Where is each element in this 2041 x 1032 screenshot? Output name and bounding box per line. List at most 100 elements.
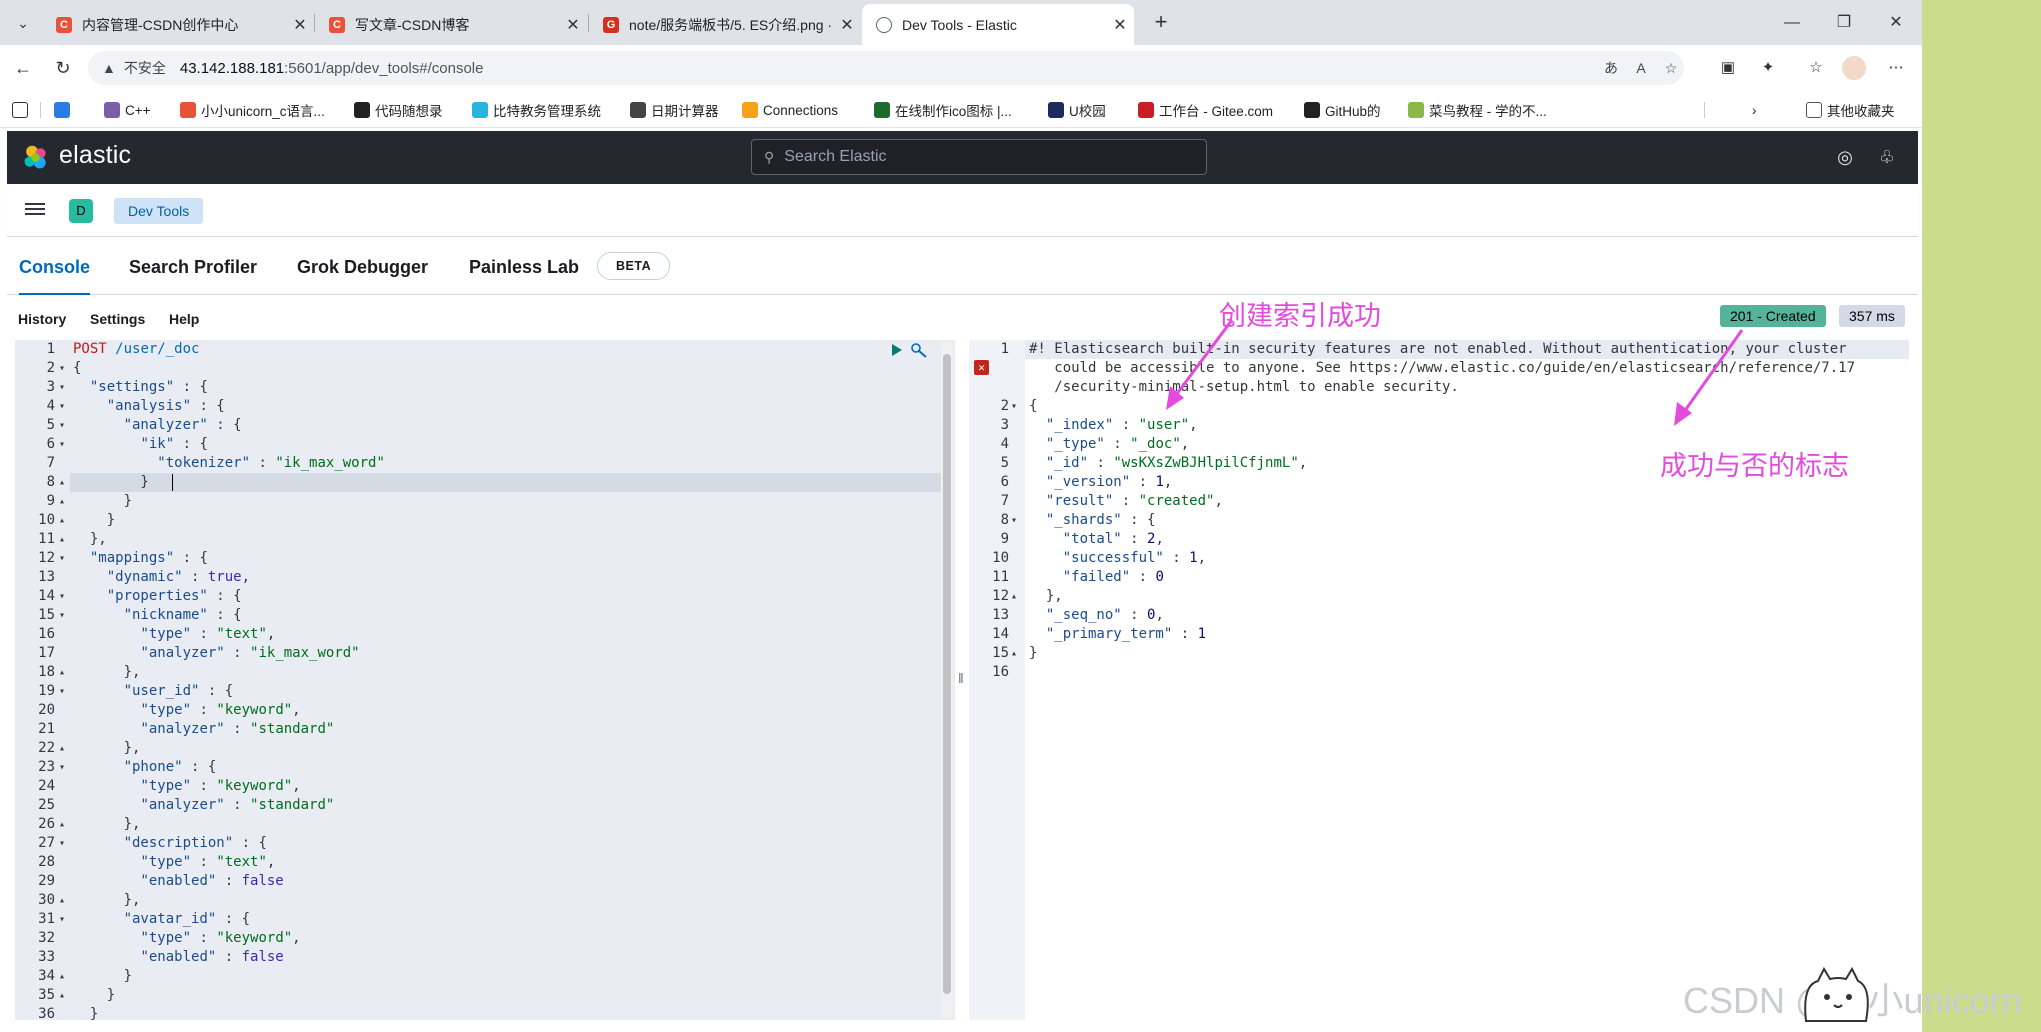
fold-toggle-icon[interactable]: ▾ bbox=[59, 587, 65, 606]
request-editor[interactable]: 1 2 ▾ 3 ▾ 4 ▾ 5 ▾ 6 ▾ 7 8 ▴ 9 ▴ 10 ▴ 11 ▴ 12 ▾ 13 14 ▾ 15 ▾ 16 17 18 ▴… bbox=[15, 340, 955, 1020]
bookmark-item[interactable]: 代码随想录 bbox=[354, 100, 443, 120]
request-code[interactable]: POST /user/_doc{ "settings" : { "analysi… bbox=[70, 340, 950, 1020]
fold-toggle-icon[interactable]: ▴ bbox=[59, 967, 65, 986]
breadcrumb[interactable]: Dev Tools bbox=[114, 198, 204, 224]
bookmark-item[interactable]: 小小unicorn_c语言... bbox=[180, 100, 325, 120]
settings-link[interactable]: Settings bbox=[90, 311, 145, 327]
fold-toggle-icon[interactable]: ▾ bbox=[59, 416, 65, 435]
help-link[interactable]: Help bbox=[169, 311, 199, 327]
code-line: "phone" : { bbox=[73, 758, 217, 777]
bookmark-item[interactable]: 日期计算器 bbox=[630, 100, 719, 120]
bookmark-item[interactable]: U校园 bbox=[1048, 100, 1106, 120]
browser-tab[interactable]: C 写文章-CSDN博客 ✕ bbox=[315, 4, 587, 45]
fold-toggle-icon[interactable]: ▾ bbox=[1011, 511, 1017, 530]
elastic-brand[interactable]: elastic bbox=[59, 141, 131, 170]
fold-toggle-icon[interactable]: ▾ bbox=[59, 397, 65, 416]
code-line: "analyzer" : "standard" bbox=[73, 720, 334, 739]
back-icon[interactable]: ← bbox=[8, 53, 38, 83]
panel-resizer[interactable]: ‖ bbox=[955, 340, 968, 1020]
bookmark-camera-icon[interactable] bbox=[12, 100, 33, 120]
browser-tab-active[interactable]: Dev Tools - Elastic ✕ bbox=[862, 4, 1134, 45]
bookmark-item[interactable]: C++ bbox=[104, 100, 151, 120]
close-icon[interactable]: ✕ bbox=[286, 15, 314, 35]
tab-search-button[interactable]: ⌄ bbox=[8, 8, 38, 38]
favorite-star-icon[interactable]: ☆ bbox=[1660, 57, 1682, 79]
bookmark-item[interactable]: 工作台 - Gitee.com bbox=[1138, 100, 1273, 120]
menu-icon[interactable] bbox=[25, 200, 45, 220]
fold-toggle-icon[interactable]: ▾ bbox=[59, 378, 65, 397]
tab-strip: ⌄ C 内容管理-CSDN创作中心 ✕ C 写文章-CSDN博客 ✕ G not… bbox=[0, 0, 1922, 45]
space-avatar[interactable]: D bbox=[69, 199, 93, 223]
bookmark-item[interactable] bbox=[54, 100, 75, 120]
reload-icon[interactable]: ↻ bbox=[48, 53, 78, 83]
read-aloud-icon[interactable]: A bbox=[1630, 57, 1652, 79]
fold-toggle-icon[interactable]: ▴ bbox=[59, 739, 65, 758]
fold-toggle-icon[interactable]: ▴ bbox=[59, 986, 65, 1005]
browser-tab[interactable]: G note/服务端板书/5. ES介绍.png · 比 ✕ bbox=[589, 4, 861, 45]
address-bar[interactable]: ▲ 不安全 43.142.188.181:5601/app/dev_tools#… bbox=[88, 51, 1684, 85]
wrench-icon[interactable] bbox=[910, 342, 928, 358]
code-token: "_type" bbox=[1045, 436, 1105, 452]
help-icon[interactable]: ◎ bbox=[1833, 145, 1857, 169]
elastic-logo-icon[interactable] bbox=[22, 144, 49, 171]
close-icon[interactable]: ✕ bbox=[833, 15, 861, 35]
fold-toggle-icon[interactable]: ▾ bbox=[59, 758, 65, 777]
search-input[interactable]: ⚲ Search Elastic bbox=[751, 139, 1207, 175]
fold-toggle-icon[interactable]: ▴ bbox=[59, 891, 65, 910]
browser-tab[interactable]: C 内容管理-CSDN创作中心 ✕ bbox=[42, 4, 314, 45]
line-number: 33 bbox=[38, 949, 55, 965]
fold-toggle-icon[interactable]: ▾ bbox=[59, 606, 65, 625]
more-menu-icon[interactable]: ⋯ bbox=[1884, 56, 1908, 80]
code-line: "properties" : { bbox=[73, 587, 242, 606]
fold-toggle-icon[interactable]: ▴ bbox=[1011, 587, 1017, 606]
fold-toggle-icon[interactable]: ▴ bbox=[59, 473, 65, 492]
response-panel[interactable]: ✕ 1 #! Elasticsearch built-in security fe… bbox=[969, 340, 1909, 1020]
bookmark-item[interactable]: Connections bbox=[742, 100, 838, 120]
other-bookmarks[interactable]: 其他收藏夹 bbox=[1806, 100, 1895, 120]
play-icon[interactable] bbox=[890, 343, 904, 357]
tab-grok-debugger[interactable]: Grok Debugger bbox=[297, 257, 428, 278]
bookmark-item[interactable]: GitHub的 bbox=[1304, 100, 1381, 120]
fold-toggle-icon[interactable]: ▾ bbox=[59, 910, 65, 929]
tab-painless-lab[interactable]: Painless Lab bbox=[469, 257, 579, 278]
fold-toggle-icon[interactable]: ▴ bbox=[59, 663, 65, 682]
resizer-grip-icon[interactable]: ‖ bbox=[958, 670, 964, 686]
fold-toggle-icon[interactable]: ▾ bbox=[59, 549, 65, 568]
fold-toggle-icon[interactable]: ▴ bbox=[1011, 644, 1017, 663]
fold-toggle-icon[interactable]: ▴ bbox=[59, 530, 65, 549]
favorites-icon[interactable]: ☆ bbox=[1804, 56, 1828, 80]
close-icon[interactable]: ✕ bbox=[559, 15, 587, 35]
scrollbar-thumb[interactable] bbox=[943, 354, 951, 994]
fold-toggle-icon[interactable]: ▾ bbox=[59, 359, 65, 378]
security-label[interactable]: 不安全 bbox=[124, 58, 166, 78]
new-tab-button[interactable]: + bbox=[1146, 8, 1176, 38]
tab-search-profiler[interactable]: Search Profiler bbox=[129, 257, 257, 278]
bookmarks-overflow-icon[interactable]: › bbox=[1752, 100, 1757, 120]
profile-avatar[interactable] bbox=[1842, 56, 1866, 80]
fold-toggle-icon[interactable]: ▾ bbox=[59, 834, 65, 853]
request-scrollbar[interactable] bbox=[941, 342, 953, 1018]
fold-toggle-icon[interactable]: ▾ bbox=[59, 435, 65, 454]
fold-toggle-icon[interactable]: ▾ bbox=[1011, 397, 1017, 416]
fold-toggle-icon[interactable]: ▴ bbox=[59, 492, 65, 511]
fold-toggle-icon[interactable]: ▾ bbox=[59, 682, 65, 701]
newsfeed-icon[interactable]: ♧ bbox=[1875, 145, 1899, 169]
bookmark-item[interactable]: 菜鸟教程 - 学的不... bbox=[1408, 100, 1547, 120]
bookmark-item[interactable]: 比特教务管理系统 bbox=[472, 100, 601, 120]
history-link[interactable]: History bbox=[18, 311, 66, 327]
minimize-button[interactable]: — bbox=[1766, 0, 1818, 45]
extension-icon[interactable]: ▣ bbox=[1716, 56, 1740, 80]
translate-icon[interactable]: あ bbox=[1600, 57, 1622, 79]
maximize-button[interactable]: ❐ bbox=[1818, 0, 1870, 45]
puzzle-extensions-icon[interactable]: ✦ bbox=[1756, 56, 1780, 80]
bookmark-item[interactable]: 在线制作ico图标 |... bbox=[874, 100, 1012, 120]
close-window-button[interactable]: ✕ bbox=[1870, 0, 1922, 45]
close-icon[interactable]: ✕ bbox=[1106, 15, 1134, 35]
tab-console[interactable]: Console bbox=[19, 257, 91, 296]
fold-toggle-icon[interactable]: ▴ bbox=[59, 815, 65, 834]
fold-toggle-icon[interactable]: ▴ bbox=[59, 511, 65, 530]
code-token: "user_id" bbox=[123, 683, 200, 699]
